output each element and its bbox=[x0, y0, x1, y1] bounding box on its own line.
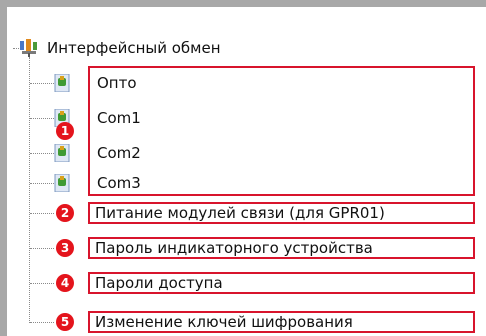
tree-connector bbox=[30, 322, 54, 323]
tree-connector bbox=[30, 213, 54, 214]
annotation-badge-3: 3 bbox=[56, 239, 74, 257]
item-indicator-password[interactable]: Пароль индикаторного устройства bbox=[95, 239, 373, 257]
channels-highlight-box bbox=[88, 66, 475, 196]
port-node-icon bbox=[54, 174, 70, 192]
item-access-passwords[interactable]: Пароли доступа bbox=[95, 274, 223, 292]
annotation-badge-1: 1 bbox=[56, 122, 74, 140]
port-node-icon bbox=[54, 74, 70, 92]
annotation-badge-2: 2 bbox=[56, 204, 74, 222]
tree-connector bbox=[30, 83, 54, 84]
root-node-label[interactable]: Интерфейсный обмен bbox=[47, 39, 221, 57]
tree-panel: Интерфейсный обмен Опто Com1 Com2 Com3 1… bbox=[7, 7, 486, 336]
tree-connector bbox=[30, 118, 54, 119]
network-interfaces-icon bbox=[20, 39, 37, 57]
annotation-badge-4: 4 bbox=[56, 274, 74, 292]
item-encryption-keys[interactable]: Изменение ключей шифрования bbox=[95, 313, 353, 331]
item-power-modules[interactable]: Питание модулей связи (для GPR01) bbox=[95, 204, 385, 222]
tree-connector bbox=[30, 183, 54, 184]
port-node-icon bbox=[54, 144, 70, 162]
tree-connector bbox=[30, 283, 54, 284]
tree-connector bbox=[30, 153, 54, 154]
annotation-badge-5: 5 bbox=[56, 313, 74, 331]
tree-connector bbox=[30, 248, 54, 249]
